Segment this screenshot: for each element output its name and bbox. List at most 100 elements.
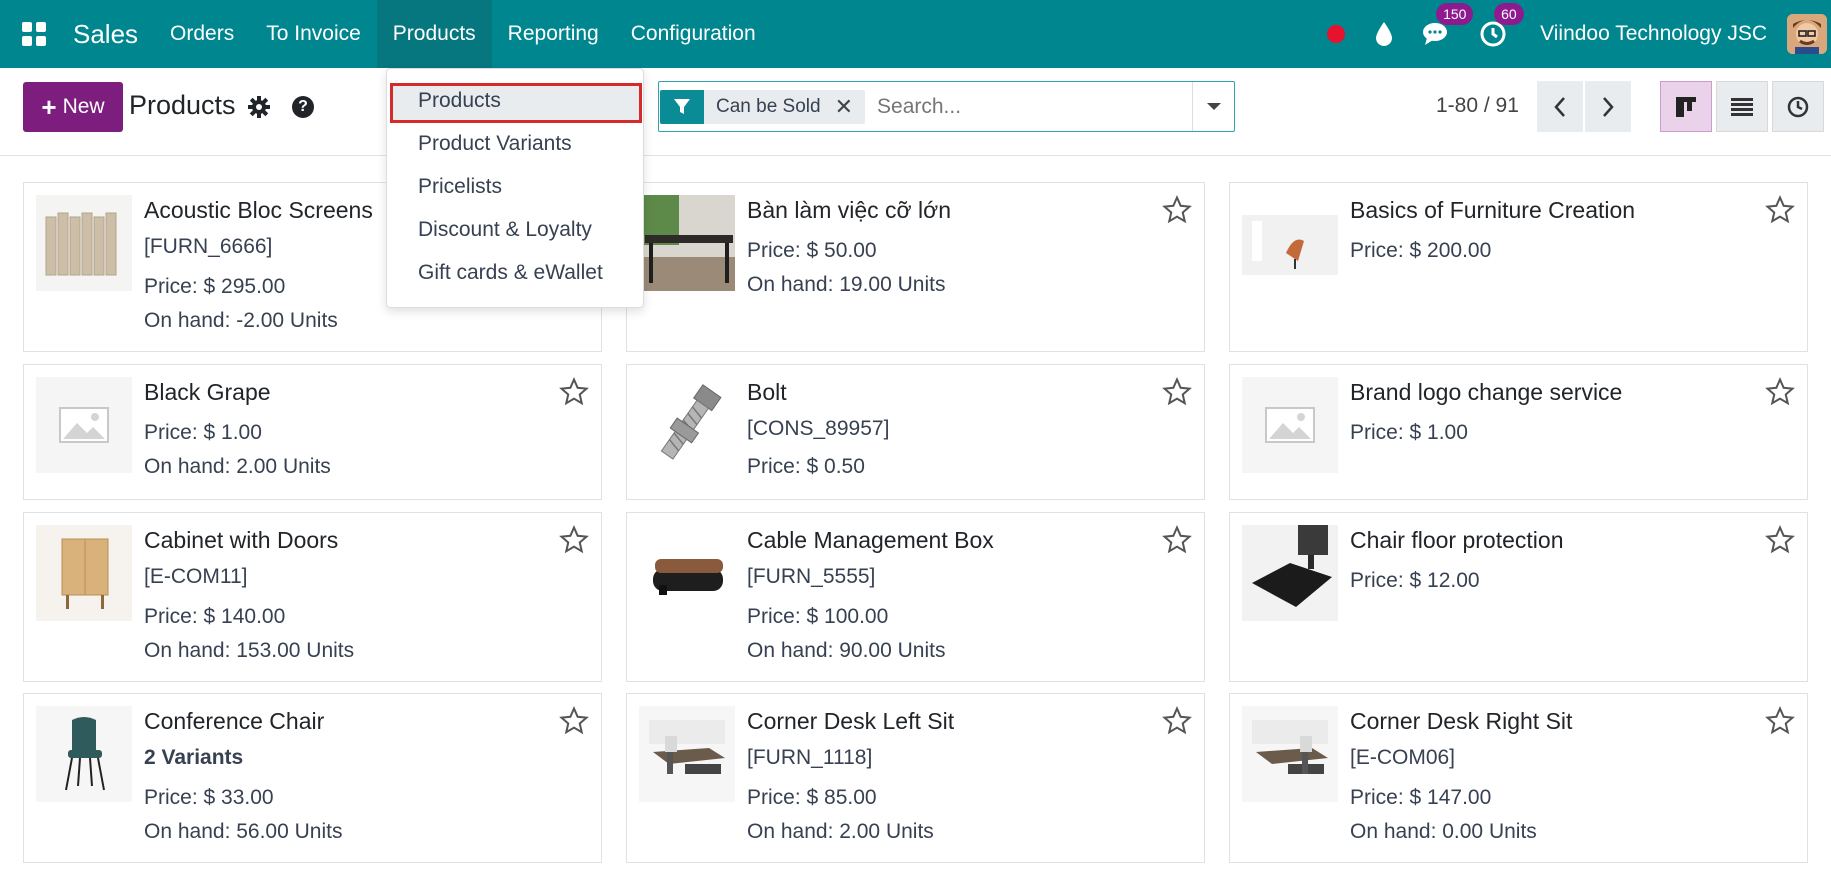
list-icon	[1731, 97, 1753, 116]
product-card[interactable]: Brand logo change service Price: $ 1.00	[1229, 364, 1808, 500]
product-reference: [FURN_1118]	[747, 746, 873, 769]
dropdown-item-gift-cards[interactable]: Gift cards & eWallet	[418, 261, 603, 285]
menu-orders[interactable]: Orders	[154, 0, 250, 68]
pager-previous-button[interactable]	[1537, 81, 1583, 132]
product-on-hand: On hand: 0.00 Units	[1350, 820, 1537, 843]
cable-box-image	[639, 525, 735, 621]
messages-badge: 150	[1436, 3, 1474, 25]
favorite-star-icon[interactable]	[1765, 195, 1795, 230]
caret-down-icon	[1206, 103, 1221, 110]
product-reference: [CONS_89957]	[747, 417, 890, 440]
bolt-image	[639, 377, 735, 473]
product-card[interactable]: Cabinet with Doors [E-COM11] Price: $ 14…	[23, 512, 602, 682]
product-name[interactable]: Cabinet with Doors	[144, 527, 338, 554]
gear-icon[interactable]	[248, 96, 270, 123]
help-icon[interactable]: ?	[292, 96, 314, 118]
product-price: Price: $ 85.00	[747, 786, 877, 809]
new-button[interactable]: + New	[23, 82, 123, 132]
product-card[interactable]: Bàn làm việc cỡ lớn Price: $ 50.00 On ha…	[626, 182, 1205, 352]
product-card[interactable]: Black Grape Price: $ 1.00 On hand: 2.00 …	[23, 364, 602, 500]
chevron-right-icon	[1603, 96, 1614, 117]
favorite-star-icon[interactable]	[1162, 195, 1192, 230]
favorite-star-icon[interactable]	[1162, 706, 1192, 741]
favorite-star-icon[interactable]	[559, 377, 589, 412]
product-name[interactable]: Conference Chair	[144, 708, 324, 735]
remove-facet-icon[interactable]: ✕	[835, 90, 853, 124]
product-name[interactable]: Black Grape	[144, 379, 271, 406]
product-name[interactable]: Acoustic Bloc Screens	[144, 197, 373, 224]
search-input[interactable]	[877, 94, 1178, 119]
favorite-star-icon[interactable]	[559, 706, 589, 741]
filter-icon	[660, 89, 704, 124]
filter-facet-label: Can be Sold ✕	[704, 89, 866, 124]
product-name[interactable]: Chair floor protection	[1350, 527, 1564, 554]
favorite-star-icon[interactable]	[1765, 706, 1795, 741]
product-on-hand: On hand: 153.00 Units	[144, 639, 355, 662]
cabinet-image	[36, 525, 132, 621]
product-on-hand: On hand: 19.00 Units	[747, 273, 946, 296]
conference-chair-image	[36, 706, 132, 802]
menu-reporting[interactable]: Reporting	[492, 0, 615, 68]
activity-view-button[interactable]	[1772, 81, 1824, 132]
product-card[interactable]: Chair floor protection Price: $ 12.00	[1229, 512, 1808, 682]
product-card[interactable]: Basics of Furniture Creation Price: $ 20…	[1229, 182, 1808, 352]
product-name[interactable]: Basics of Furniture Creation	[1350, 197, 1635, 224]
favorite-star-icon[interactable]	[1162, 377, 1192, 412]
new-button-label: New	[62, 95, 105, 118]
dropdown-item-product-variants[interactable]: Product Variants	[418, 132, 572, 156]
chevron-left-icon	[1554, 96, 1565, 117]
menu-configuration[interactable]: Configuration	[615, 0, 772, 68]
search-options-toggle[interactable]	[1192, 82, 1234, 131]
clock-icon	[1787, 96, 1809, 117]
dropdown-item-pricelists[interactable]: Pricelists	[418, 175, 502, 199]
product-price: Price: $ 50.00	[747, 239, 877, 262]
user-avatar[interactable]	[1787, 14, 1827, 54]
pager-next-button[interactable]	[1585, 81, 1631, 132]
activities-badge: 60	[1494, 3, 1524, 25]
product-name[interactable]: Bàn làm việc cỡ lớn	[747, 197, 951, 224]
product-on-hand: On hand: -2.00 Units	[144, 309, 338, 332]
dropdown-item-products[interactable]: Products	[418, 89, 501, 113]
drop-icon[interactable]	[1374, 21, 1394, 47]
product-card[interactable]: Corner Desk Left Sit [FURN_1118] Price: …	[626, 693, 1205, 863]
product-name[interactable]: Bolt	[747, 379, 787, 406]
plus-icon: +	[41, 91, 57, 122]
product-card[interactable]: Conference Chair 2 Variants Price: $ 33.…	[23, 693, 602, 863]
product-variants: 2 Variants	[144, 746, 244, 769]
product-price: Price: $ 12.00	[1350, 569, 1480, 592]
product-card[interactable]: Corner Desk Right Sit [E-COM06] Price: $…	[1229, 693, 1808, 863]
favorite-star-icon[interactable]	[1162, 525, 1192, 560]
top-navbar: Sales Orders To Invoice Products Reporti…	[0, 0, 1831, 68]
app-name[interactable]: Sales	[73, 19, 138, 50]
product-reference: [FURN_5555]	[747, 565, 876, 588]
product-price: Price: $ 147.00	[1350, 786, 1492, 809]
kanban-view-button[interactable]	[1660, 81, 1712, 132]
dropdown-item-discount-loyalty[interactable]: Discount & Loyalty	[418, 218, 592, 242]
record-icon[interactable]	[1326, 24, 1346, 44]
menu-products[interactable]: Products	[376, 0, 492, 68]
product-card[interactable]: Bolt [CONS_89957] Price: $ 0.50	[626, 364, 1205, 500]
products-dropdown-menu: Products Product Variants Pricelists Dis…	[386, 68, 644, 308]
product-price: Price: $ 140.00	[144, 605, 286, 628]
filter-facet: Can be Sold ✕	[660, 89, 866, 124]
favorite-star-icon[interactable]	[1765, 377, 1795, 412]
favorite-star-icon[interactable]	[559, 525, 589, 560]
apps-menu-icon[interactable]	[0, 0, 68, 68]
activities-icon[interactable]: 60	[1480, 3, 1524, 47]
product-name[interactable]: Corner Desk Right Sit	[1350, 708, 1572, 735]
product-price: Price: $ 100.00	[747, 605, 889, 628]
product-name[interactable]: Brand logo change service	[1350, 379, 1622, 406]
placeholder-image	[1242, 377, 1338, 473]
product-on-hand: On hand: 90.00 Units	[747, 639, 946, 662]
list-view-button[interactable]	[1716, 81, 1768, 132]
pager-value[interactable]: 1-80 / 91	[1436, 94, 1519, 118]
company-switcher[interactable]: Viindoo Technology JSC	[1540, 22, 1767, 46]
favorite-star-icon[interactable]	[1765, 525, 1795, 560]
product-card[interactable]: Cable Management Box [FURN_5555] Price: …	[626, 512, 1205, 682]
menu-to-invoice[interactable]: To Invoice	[250, 0, 377, 68]
messages-icon[interactable]: 150	[1422, 3, 1474, 47]
acoustic-screen-image	[36, 195, 132, 291]
product-name[interactable]: Cable Management Box	[747, 527, 994, 554]
product-name[interactable]: Corner Desk Left Sit	[747, 708, 954, 735]
product-on-hand: On hand: 2.00 Units	[747, 820, 934, 843]
